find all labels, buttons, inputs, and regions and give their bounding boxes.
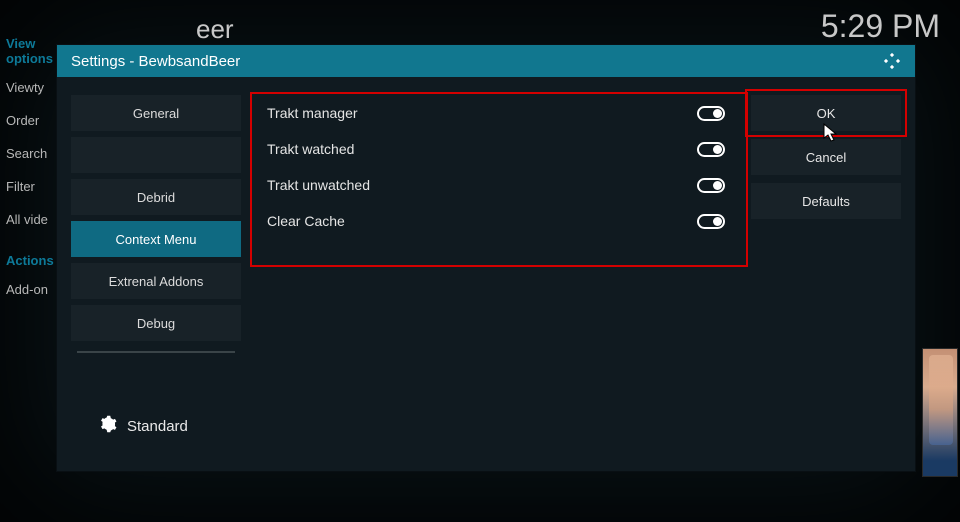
category-empty[interactable]: [71, 137, 241, 173]
settings-level-label: Standard: [127, 418, 188, 435]
category-separator: [77, 351, 235, 353]
category-debrid[interactable]: Debrid: [71, 179, 241, 215]
toggle-icon[interactable]: [697, 142, 725, 157]
setting-label: Trakt unwatched: [267, 177, 697, 193]
cancel-button[interactable]: Cancel: [751, 139, 901, 175]
dialog-title: Settings - BewbsandBeer: [71, 53, 883, 70]
setting-trakt-unwatched[interactable]: Trakt unwatched: [253, 167, 739, 203]
setting-label: Trakt watched: [267, 141, 697, 157]
defaults-button[interactable]: Defaults: [751, 183, 901, 219]
setting-clear-cache[interactable]: Clear Cache: [253, 203, 739, 239]
setting-trakt-manager[interactable]: Trakt manager: [253, 95, 739, 131]
bg-addon-title-fragment: eer: [196, 14, 234, 45]
clock: 5:29 PM: [821, 8, 940, 45]
ok-button[interactable]: OK: [751, 95, 901, 131]
dialog-button-column: OK Cancel Defaults: [751, 95, 901, 461]
category-external-addons[interactable]: Extrenal Addons: [71, 263, 241, 299]
dialog-header: Settings - BewbsandBeer: [57, 45, 915, 77]
setting-trakt-watched[interactable]: Trakt watched: [253, 131, 739, 167]
setting-label: Clear Cache: [267, 213, 697, 229]
toggle-icon[interactable]: [697, 178, 725, 193]
settings-level[interactable]: Standard: [71, 415, 241, 437]
category-debug[interactable]: Debug: [71, 305, 241, 341]
toggle-icon[interactable]: [697, 106, 725, 121]
settings-list: Trakt manager Trakt watched Trakt unwatc…: [253, 95, 739, 461]
kodi-logo-icon: [883, 52, 901, 70]
category-context-menu[interactable]: Context Menu: [71, 221, 241, 257]
toggle-icon[interactable]: [697, 214, 725, 229]
gear-icon: [99, 415, 117, 437]
fanart-thumbnail: [922, 348, 958, 477]
settings-dialog: Settings - BewbsandBeer General Debrid C…: [56, 44, 916, 472]
category-general[interactable]: General: [71, 95, 241, 131]
setting-label: Trakt manager: [267, 105, 697, 121]
category-list: General Debrid Context Menu Extrenal Add…: [71, 95, 241, 461]
